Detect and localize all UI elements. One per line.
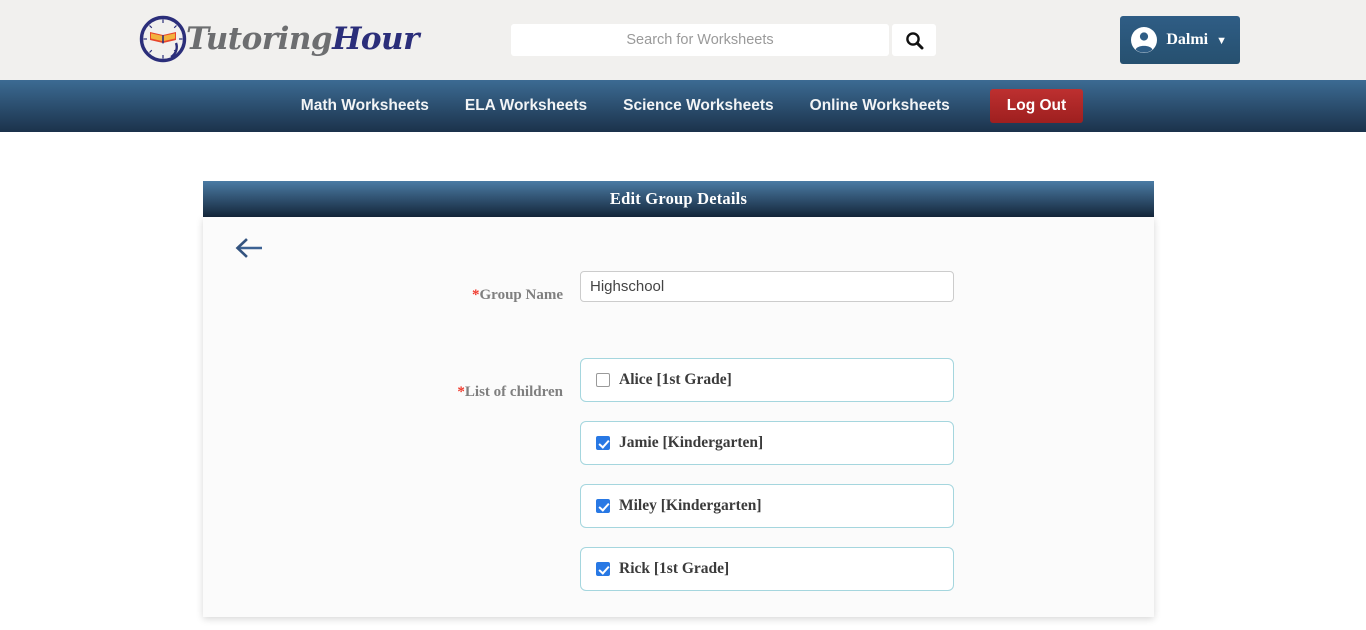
group-name-label-text: Group Name [479, 287, 563, 303]
child-label-rick: Rick [1st Grade] [619, 560, 730, 577]
nav-item-online-worksheets[interactable]: Online Worksheets [792, 97, 968, 115]
children-list-label-text: List of children [464, 384, 563, 400]
logout-button[interactable]: Log Out [989, 89, 1084, 123]
child-label-alice: Alice [1st Grade] [619, 371, 732, 388]
page-content: Edit Group Details *Group Name *List of … [0, 132, 1366, 630]
checkbox-miley[interactable] [596, 499, 610, 513]
user-circle-icon [1131, 27, 1158, 53]
children-list-label: *List of children [203, 384, 580, 401]
edit-group-card: Edit Group Details *Group Name *List of … [203, 181, 1154, 617]
required-asterisk: * [472, 287, 480, 303]
account-menu-button[interactable]: Dalmi ▼ [1120, 16, 1240, 64]
clock-book-icon [139, 15, 187, 63]
top-header-bar: TutoringHour Dalmi ▼ [0, 0, 1366, 80]
site-logo[interactable]: TutoringHour [138, 11, 419, 67]
search-icon [905, 31, 923, 49]
nav-items-container: Math Worksheets ELA Worksheets Science W… [283, 89, 1084, 123]
logo-word-hour: Hour [332, 21, 419, 57]
chevron-down-icon: ▼ [1216, 34, 1227, 47]
group-name-row: *Group Name [203, 271, 1154, 304]
main-navigation: Math Worksheets ELA Worksheets Science W… [0, 80, 1366, 132]
logo-wordmark: TutoringHour [186, 21, 419, 57]
child-label-jamie: Jamie [Kindergarten] [619, 434, 764, 451]
arrow-left-icon[interactable] [234, 237, 264, 259]
search-button[interactable] [892, 24, 936, 56]
card-body: *Group Name *List of children Alice [1st… [203, 217, 1154, 617]
child-row-jamie[interactable]: Jamie [Kindergarten] [580, 421, 954, 465]
required-asterisk: * [457, 384, 465, 400]
checkbox-alice[interactable] [596, 373, 610, 387]
search-area [511, 24, 936, 56]
nav-item-science-worksheets[interactable]: Science Worksheets [605, 97, 791, 115]
children-list-row: *List of children Alice [1st Grade] Jami… [203, 358, 1154, 610]
account-username: Dalmi [1166, 31, 1209, 48]
child-label-miley: Miley [Kindergarten] [619, 497, 762, 514]
child-row-miley[interactable]: Miley [Kindergarten] [580, 484, 954, 528]
group-name-input[interactable] [580, 271, 954, 302]
child-row-alice[interactable]: Alice [1st Grade] [580, 358, 954, 402]
checkbox-rick[interactable] [596, 562, 610, 576]
back-navigation-row [203, 231, 1154, 259]
group-name-label: *Group Name [203, 287, 580, 304]
page-title: Edit Group Details [609, 189, 748, 208]
logo-word-tutoring: Tutoring [186, 21, 333, 57]
checkbox-jamie[interactable] [596, 436, 610, 450]
children-checkbox-list: Alice [1st Grade] Jamie [Kindergarten] M… [580, 358, 954, 610]
child-row-rick[interactable]: Rick [1st Grade] [580, 547, 954, 591]
nav-item-math-worksheets[interactable]: Math Worksheets [283, 97, 447, 115]
card-header: Edit Group Details [203, 181, 1154, 217]
group-name-field-col [580, 271, 954, 302]
nav-item-ela-worksheets[interactable]: ELA Worksheets [447, 97, 605, 115]
search-input[interactable] [511, 24, 889, 56]
